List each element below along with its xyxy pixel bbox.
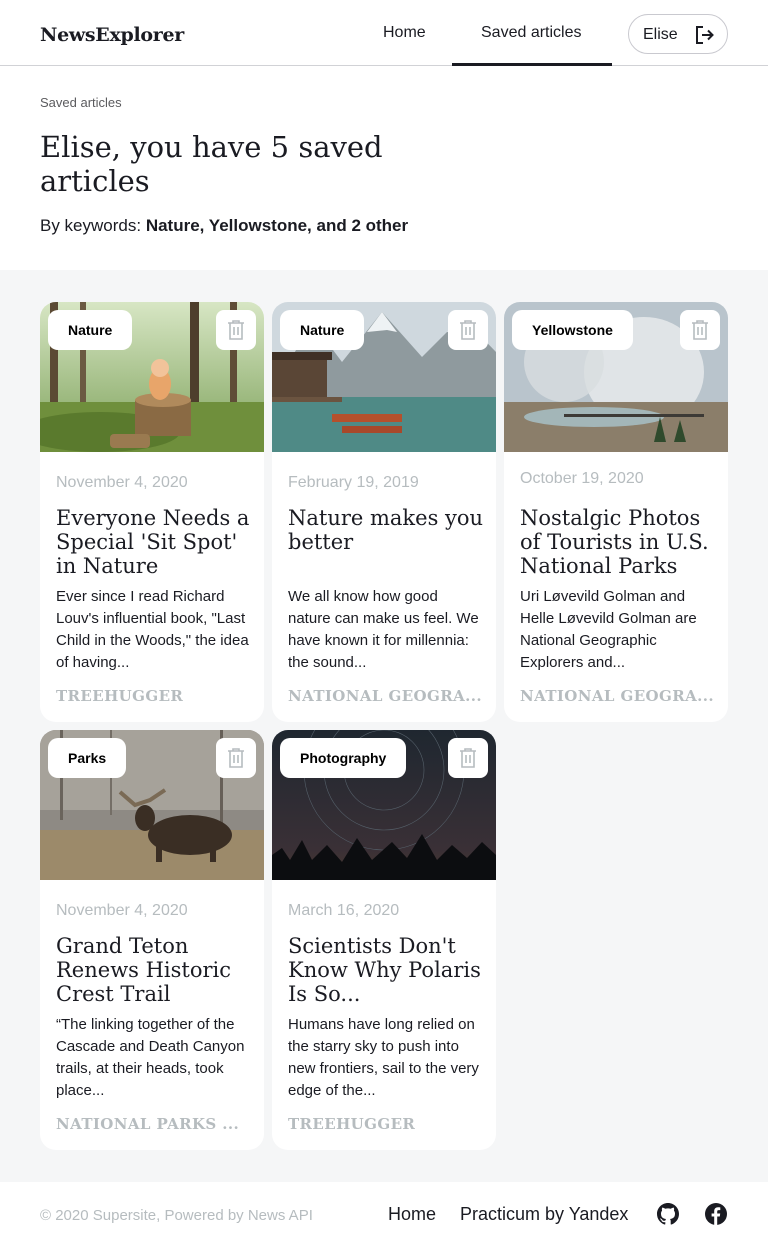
site-footer: © 2020 Supersite, Powered by News API Ho… — [0, 1182, 768, 1246]
article-text: Ever since I read Richard Louv's influen… — [56, 588, 249, 671]
keywords-summary: By keywords: Nature, Yellowstone, and 2 … — [40, 216, 408, 236]
article-card[interactable]: Photography March 16, 2020 Scientists Do… — [272, 730, 496, 1150]
keyword-tag: Photography — [280, 738, 407, 778]
trash-icon — [692, 320, 708, 340]
delete-button[interactable] — [680, 310, 720, 350]
nav-saved-label: Saved articles — [481, 24, 582, 41]
article-card[interactable]: Nature February 19, 2019 Nature makes yo… — [272, 302, 496, 722]
trash-icon — [460, 320, 476, 340]
copyright: © 2020 Supersite, Powered by News API — [40, 1207, 313, 1224]
article-title[interactable]: Grand Teton Renews Historic Crest Trail — [56, 934, 252, 1006]
trash-icon — [460, 748, 476, 768]
article-source: TREEHUGGER — [288, 1115, 416, 1133]
facebook-icon[interactable] — [704, 1202, 728, 1226]
github-icon[interactable] — [656, 1202, 680, 1226]
delete-button[interactable] — [216, 310, 256, 350]
keyword-tag: Yellowstone — [512, 310, 633, 350]
article-date: November 4, 2020 — [56, 474, 188, 491]
article-date: February 19, 2019 — [288, 474, 419, 491]
keywords-list: Nature, Yellowstone, and 2 other — [145, 216, 409, 235]
logo[interactable]: NewsExplorer — [40, 24, 184, 46]
site-header: NewsExplorer Home Saved articles Elise — [0, 0, 768, 66]
delete-button[interactable] — [216, 738, 256, 778]
keyword-tag: Nature — [48, 310, 133, 350]
article-source: NATIONAL GEOGRA... — [520, 687, 714, 705]
page-title: Elise, you have 5 saved articles — [40, 130, 383, 198]
article-source: NATIONAL GEOGRA... — [288, 687, 482, 705]
article-date: November 4, 2020 — [56, 902, 188, 919]
article-card[interactable]: Yellowstone October 19, 2020 Nostalgic P… — [504, 302, 728, 722]
keyword-tag: Parks — [48, 738, 127, 778]
article-source: NATIONAL PARKS ... — [56, 1115, 240, 1133]
trash-icon — [228, 748, 244, 768]
nav-home-link[interactable]: Home — [383, 24, 426, 42]
article-text: “The linking together of the Cascade and… — [56, 1016, 245, 1099]
footer-practicum-link[interactable]: Practicum by Yandex — [460, 1204, 628, 1225]
nav-saved-articles-link[interactable]: Saved articles — [452, 0, 612, 66]
delete-button[interactable] — [448, 738, 488, 778]
article-text: Humans have long relied on the starry sk… — [288, 1016, 479, 1099]
keywords-prefix: By keywords: — [40, 216, 146, 235]
article-text: Uri Løvevild Golman and Helle Løvevild G… — [520, 588, 697, 671]
logout-icon — [696, 26, 714, 44]
article-title[interactable]: Everyone Needs a Special 'Sit Spot' in N… — [56, 506, 252, 578]
article-date: March 16, 2020 — [288, 902, 400, 919]
article-title[interactable]: Scientists Don't Know Why Polaris Is So.… — [288, 934, 484, 1006]
user-name: Elise — [643, 26, 678, 43]
article-title[interactable]: Nature makes you better — [288, 506, 484, 554]
article-date: October 19, 2020 — [520, 470, 644, 487]
article-card[interactable]: Parks November 4, 2020 Grand Teton Renew… — [40, 730, 264, 1150]
trash-icon — [228, 320, 244, 340]
keyword-tag: Nature — [280, 310, 365, 350]
article-source: TREEHUGGER — [56, 687, 184, 705]
section-label: Saved articles — [40, 95, 122, 110]
article-title[interactable]: Nostalgic Photos of Tourists in U.S. Nat… — [520, 506, 716, 578]
user-logout-button[interactable]: Elise — [628, 14, 728, 54]
saved-articles-grid: Nature November 4, 2020 Everyone Needs a… — [0, 270, 768, 1182]
delete-button[interactable] — [448, 310, 488, 350]
article-card[interactable]: Nature November 4, 2020 Everyone Needs a… — [40, 302, 264, 722]
article-text: We all know how good nature can make us … — [288, 588, 479, 671]
footer-home-link[interactable]: Home — [388, 1204, 436, 1225]
